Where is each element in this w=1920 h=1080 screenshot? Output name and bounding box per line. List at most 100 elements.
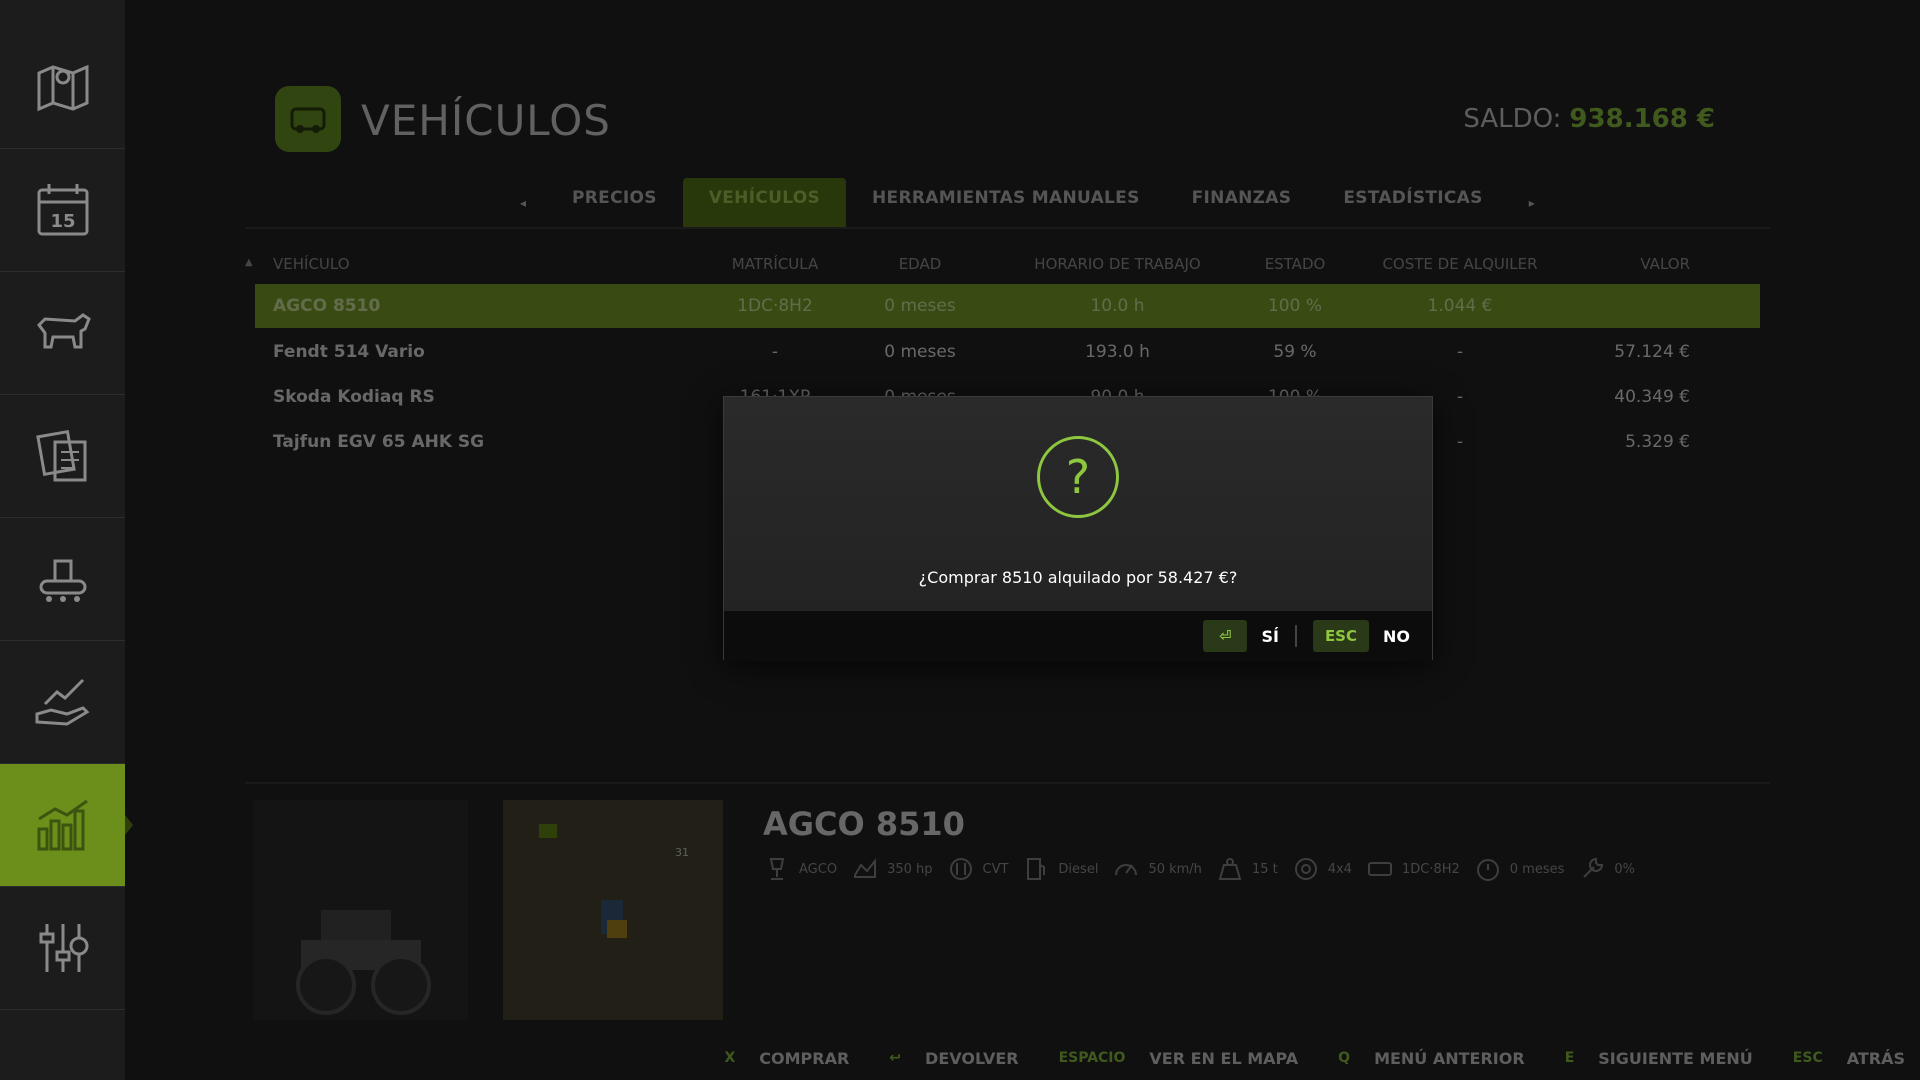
sidebar-item-production[interactable] [0, 518, 125, 641]
cell-age: 0 meses [884, 296, 956, 316]
no-label: NO [1383, 626, 1410, 646]
calendar-icon: 15 [37, 184, 88, 236]
tab-prev-arrow[interactable]: ◂ [500, 196, 546, 210]
hint-label: DEVOLVER [925, 1048, 1019, 1068]
spec-brand: AGCO [763, 855, 837, 883]
sidebar-item-map[interactable] [0, 26, 125, 149]
statistics-chart-icon [37, 799, 88, 851]
minimap-icon [503, 800, 723, 1020]
spec-wheel: 4x4 [1292, 855, 1352, 883]
sidebar-item-animals[interactable] [0, 272, 125, 395]
sort-indicator-icon[interactable]: ▲ [245, 257, 253, 268]
cell-age: 0 meses [884, 342, 956, 362]
balance: SALDO: 938.168 € [1463, 104, 1715, 134]
spec-plate: 1DC·8H2 [1366, 855, 1460, 883]
map-icon [37, 64, 88, 112]
tab-precios[interactable]: PRECIOS [546, 178, 683, 228]
fuel-icon [1027, 858, 1046, 880]
hint-map[interactable]: ESPACIO VER EN EL MAPA [1059, 1049, 1299, 1068]
table-row[interactable]: AGCO 8510 1DC·8H2 0 meses 10.0 h 100 % 1… [255, 284, 1760, 328]
spec-text: 15 t [1251, 861, 1278, 877]
confirm-dialog: ? ¿Comprar 8510 alquilado por 58.427 €? … [723, 396, 1433, 661]
tab-finanzas[interactable]: FINANZAS [1166, 178, 1318, 228]
cell-hours: 193.0 h [1085, 342, 1150, 362]
tractor-icon [295, 910, 431, 1015]
spec-text: 50 km/h [1148, 861, 1202, 877]
detail-divider [245, 782, 1770, 784]
hint-prev-menu[interactable]: Q MENÚ ANTERIOR [1338, 1049, 1525, 1068]
tab-vehiculos[interactable]: VEHÍCULOS [682, 178, 847, 228]
yes-label: SÍ [1261, 626, 1279, 646]
settings-sliders-icon [39, 924, 88, 972]
col-header-age[interactable]: EDAD [860, 255, 980, 273]
tab-estadisticas[interactable]: ESTADÍSTICAS [1317, 178, 1508, 228]
cell-state: 59 % [1273, 342, 1317, 362]
dialog-button-bar: ⏎ SÍ ESC NO [724, 611, 1432, 661]
table-row[interactable]: Fendt 514 Vario - 0 meses 193.0 h 59 % -… [255, 330, 1760, 374]
hint-return[interactable]: ↩ DEVOLVER [889, 1049, 1018, 1068]
sidebar-item-settings[interactable] [0, 887, 125, 1010]
hint-buy[interactable]: X COMPRAR [724, 1049, 849, 1068]
cell-rent: 1.044 € [1427, 296, 1493, 316]
timer-icon [1476, 859, 1499, 881]
balance-label: SALDO: [1463, 104, 1562, 134]
spec-age: 0 meses [1474, 855, 1564, 883]
cell-rent: - [1456, 342, 1464, 362]
col-header-hours[interactable]: HORARIO DE TRABAJO [1025, 255, 1210, 273]
no-button[interactable]: ESC NO [1312, 620, 1410, 652]
spec-weight: 15 t [1216, 855, 1278, 883]
sidebar-item-finances[interactable] [0, 641, 125, 764]
hint-key: ESPACIO [1058, 1050, 1126, 1066]
col-header-value[interactable]: VALOR [1565, 255, 1690, 273]
hint-back[interactable]: ESC ATRÁS [1793, 1049, 1905, 1068]
cell-name: AGCO 8510 [273, 296, 381, 316]
spec-text: 1DC·8H2 [1401, 861, 1460, 877]
detail-title: AGCO 8510 [763, 805, 965, 843]
vehicle-image [253, 800, 468, 1020]
cell-name: Skoda Kodiaq RS [273, 387, 435, 407]
tab-herramientas[interactable]: HERRAMIENTAS MANUALES [846, 178, 1166, 228]
balance-amount: 938.168 € [1569, 104, 1715, 134]
map-label: 31 [675, 846, 689, 859]
speed-icon [1115, 864, 1138, 876]
dialog-message: ¿Comprar 8510 alquilado por 58.427 €? [918, 568, 1238, 587]
question-icon: ? [1037, 436, 1119, 518]
dialog-body: ? ¿Comprar 8510 alquilado por 58.427 €? [724, 397, 1432, 611]
hint-key: E [1564, 1050, 1575, 1066]
hint-key: ↩ [889, 1050, 902, 1066]
spec-text: Diesel [1058, 861, 1099, 877]
spec-text: 350 hp [887, 861, 933, 877]
tabs-divider [245, 227, 1770, 229]
spec-gearbox: CVT [947, 855, 1009, 883]
yes-button[interactable]: ⏎ SÍ [1203, 620, 1279, 652]
tab-next-arrow[interactable]: ▸ [1509, 196, 1555, 210]
sidebar-item-statistics[interactable] [0, 764, 133, 887]
power-icon [854, 858, 877, 878]
wrench-icon [1583, 857, 1604, 878]
sidebar-item-calendar[interactable]: 15 [0, 149, 125, 272]
col-header-rent[interactable]: COSTE DE ALQUILER [1375, 255, 1545, 273]
production-icon [39, 559, 86, 602]
cell-state: 100 % [1267, 296, 1322, 316]
dialog-button-divider [1294, 625, 1297, 647]
col-header-state[interactable]: ESTADO [1250, 255, 1340, 273]
hint-key: Q [1338, 1050, 1351, 1066]
spec-maintenance: 0% [1578, 855, 1635, 883]
hint-label: ATRÁS [1846, 1048, 1905, 1068]
spec-speed: 50 km/h [1112, 855, 1202, 883]
sidebar-item-contracts[interactable] [0, 395, 125, 518]
esc-key-icon: ESC [1312, 620, 1369, 652]
spec-fuel: Diesel [1022, 855, 1098, 883]
col-header-plate[interactable]: MATRÍCULA [725, 255, 825, 273]
plate-icon [1367, 862, 1392, 876]
cow-icon [36, 313, 91, 349]
vehicle-minimap[interactable]: 31 [503, 800, 723, 1020]
page-title: VEHÍCULOS [361, 96, 611, 145]
col-header-vehicle[interactable]: VEHÍCULO [273, 255, 350, 273]
header-badge [275, 86, 341, 152]
spec-text: CVT [982, 861, 1009, 877]
hint-label: MENÚ ANTERIOR [1374, 1048, 1525, 1068]
hint-next-menu[interactable]: E SIGUIENTE MENÚ [1565, 1049, 1753, 1068]
calendar-day: 15 [50, 211, 75, 232]
wheel-icon [1294, 858, 1317, 880]
